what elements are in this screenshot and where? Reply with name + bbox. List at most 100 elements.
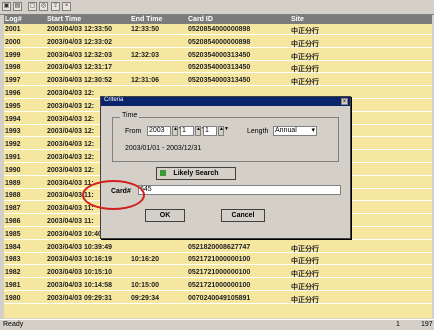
log-cell: 1999 xyxy=(5,51,21,59)
end-time-cell: 09:29:34 xyxy=(131,294,160,302)
log-cell: 2001 xyxy=(5,26,21,33)
start-time-cell: 2003/04/03 12: xyxy=(47,102,95,110)
export-icon[interactable]: ⇪ xyxy=(51,2,60,11)
start-time-cell: 2003/04/03 11: xyxy=(47,218,94,225)
likely-search-label: Likely Search xyxy=(173,170,219,177)
card-id-cell: 0521721000000100 xyxy=(188,256,251,264)
table-row[interactable]: 2001 2003/04/03 12:33:50 12:33:50 052085400… xyxy=(4,25,432,35)
cancel-button[interactable]: Cancel xyxy=(221,209,265,222)
end-time-cell: 12:32:03 xyxy=(131,51,160,59)
log-cell: 1995 xyxy=(5,102,21,110)
site-cell: 中正分行 xyxy=(291,28,319,35)
card-field[interactable]: 645 xyxy=(138,185,341,195)
site-cell: 中正分行 xyxy=(291,245,319,253)
log-cell: 1990 xyxy=(5,166,21,174)
log-cell: 1991 xyxy=(5,154,21,161)
search-icon[interactable]: ◎ xyxy=(39,2,48,11)
start-time-cell: 2003/04/03 09:29:31 xyxy=(47,294,112,302)
table-row[interactable]: 1980 2003/04/03 09:29:31 09:29:34 007024004… xyxy=(4,294,432,304)
table-row[interactable]: 2000 2003/04/03 12:33:02 0520854000000898 中… xyxy=(4,38,432,48)
card-id-cell: 0520854000000898 xyxy=(188,38,251,46)
site-cell: 中正分行 xyxy=(291,79,319,87)
status-count: 1 xyxy=(396,321,400,328)
log-cell: 1992 xyxy=(5,141,21,149)
header-end-time[interactable]: End Time xyxy=(131,16,162,23)
log-cell: 1989 xyxy=(5,179,21,187)
end-time-cell: 12:33:50 xyxy=(131,26,160,33)
table-header: Log# Start Time End Time Card ID Site xyxy=(4,15,432,24)
day-field[interactable]: 1 xyxy=(203,126,217,136)
search-icon xyxy=(160,170,166,176)
start-time-cell: 2003/04/03 10:14:58 xyxy=(47,282,112,289)
site-cell: 中正分行 xyxy=(291,40,319,48)
card-id-cell: 0521721000000100 xyxy=(188,282,251,289)
close-icon[interactable]: × xyxy=(62,2,71,11)
table-row[interactable]: 1997 2003/04/03 12:30:52 12:31:06 052035400… xyxy=(4,76,432,87)
header-start-time[interactable]: Start Time xyxy=(47,16,81,23)
time-group: Time From 2003 ▲▼ 1 ▲▼ 1 ▲▼ Length Annua… xyxy=(112,112,339,162)
table-row[interactable]: 1984 2003/04/03 10:39:49 0521820008627747 中… xyxy=(4,243,432,253)
save-icon[interactable]: ▣ xyxy=(2,2,11,11)
log-cell: 1998 xyxy=(5,64,21,72)
start-time-cell: 2003/04/03 10:16:19 xyxy=(47,256,112,264)
site-cell: 中正分行 xyxy=(291,296,319,304)
start-time-cell: 2003/04/03 12: xyxy=(47,154,95,161)
dialog-title: Criteria xyxy=(104,97,124,103)
card-id-cell: 0520854000000898 xyxy=(188,26,251,33)
toolbar: ▣ ▤ ▢ ◎ ⇪ × xyxy=(0,0,434,15)
start-time-cell: 2003/04/03 12:30:52 xyxy=(47,77,112,85)
ok-button[interactable]: OK xyxy=(145,209,185,222)
month-spinner[interactable]: ▲▼ xyxy=(195,126,206,136)
start-time-cell: 2003/04/03 10:39:49 xyxy=(47,243,112,251)
highlight-oval xyxy=(82,180,145,210)
header-card-id[interactable]: Card ID xyxy=(188,16,213,23)
card-id-cell: 0521820008627747 xyxy=(188,243,251,251)
table-row[interactable]: 1999 2003/04/03 12:32:03 12:32:03 052035400… xyxy=(4,51,432,61)
end-time-cell: 12:31:06 xyxy=(131,77,160,85)
header-log[interactable]: Log# xyxy=(5,16,22,23)
log-cell: 1993 xyxy=(5,128,21,136)
length-value: Annual xyxy=(275,127,297,134)
day-spinner[interactable]: ▲▼ xyxy=(218,126,229,136)
card-id-cell: 0520354000313450 xyxy=(188,64,251,72)
length-select[interactable]: Annual ▾ xyxy=(273,126,317,136)
log-cell: 1982 xyxy=(5,269,21,277)
header-site[interactable]: Site xyxy=(291,16,304,23)
log-cell: 1980 xyxy=(5,294,21,302)
month-field[interactable]: 1 xyxy=(180,126,194,136)
zoom-icon[interactable]: ▢ xyxy=(28,2,37,11)
chevron-down-icon[interactable]: ▾ xyxy=(311,127,315,135)
start-time-cell: 2003/04/03 12:31:17 xyxy=(47,64,112,72)
status-total: 197 xyxy=(421,321,433,328)
log-cell: 1984 xyxy=(5,243,21,251)
likely-search-button[interactable]: Likely Search xyxy=(156,167,236,180)
time-group-label: Time xyxy=(120,112,140,119)
date-range: 2003/01/01 - 2003/12/31 xyxy=(125,145,202,152)
site-cell: 中正分行 xyxy=(291,284,319,291)
table-row[interactable]: 1981 2003/04/03 10:14:58 10:15:00 052172100… xyxy=(4,281,432,291)
log-cell: 1987 xyxy=(5,205,21,213)
log-cell: 1994 xyxy=(5,115,21,123)
year-spinner[interactable]: ▲▼ xyxy=(172,126,183,136)
site-cell: 中正分行 xyxy=(291,258,319,266)
table-row[interactable]: 1983 2003/04/03 10:16:19 10:16:20 052172100… xyxy=(4,255,432,266)
year-field[interactable]: 2003 xyxy=(147,126,171,136)
status-text: Ready xyxy=(3,321,24,328)
from-label: From xyxy=(125,128,142,135)
card-id-cell: 0521721000000100 xyxy=(188,269,251,277)
start-time-cell: 2003/04/03 10:15:10 xyxy=(47,269,112,277)
table-row[interactable]: 1982 2003/04/03 10:15:10 0521721000000100 中… xyxy=(4,268,432,279)
log-cell: 1981 xyxy=(5,282,21,289)
start-time-cell: 2003/04/03 12:32:03 xyxy=(47,51,112,59)
print-icon[interactable]: ▤ xyxy=(13,2,22,11)
start-time-cell: 2003/04/03 11: xyxy=(47,205,94,213)
table-row[interactable]: 1998 2003/04/03 12:31:17 0520354000313450 中… xyxy=(4,63,432,74)
start-time-cell: 2003/04/03 12: xyxy=(47,166,95,174)
close-icon[interactable]: × xyxy=(341,98,348,105)
status-bar: Ready 1 197 xyxy=(0,319,434,330)
end-time-cell: 10:15:00 xyxy=(131,282,160,289)
end-time-cell: 10:16:20 xyxy=(131,256,160,264)
site-cell: 中正分行 xyxy=(291,53,319,61)
log-cell: 1986 xyxy=(5,218,21,225)
dialog-titlebar: Criteria × xyxy=(101,97,350,106)
